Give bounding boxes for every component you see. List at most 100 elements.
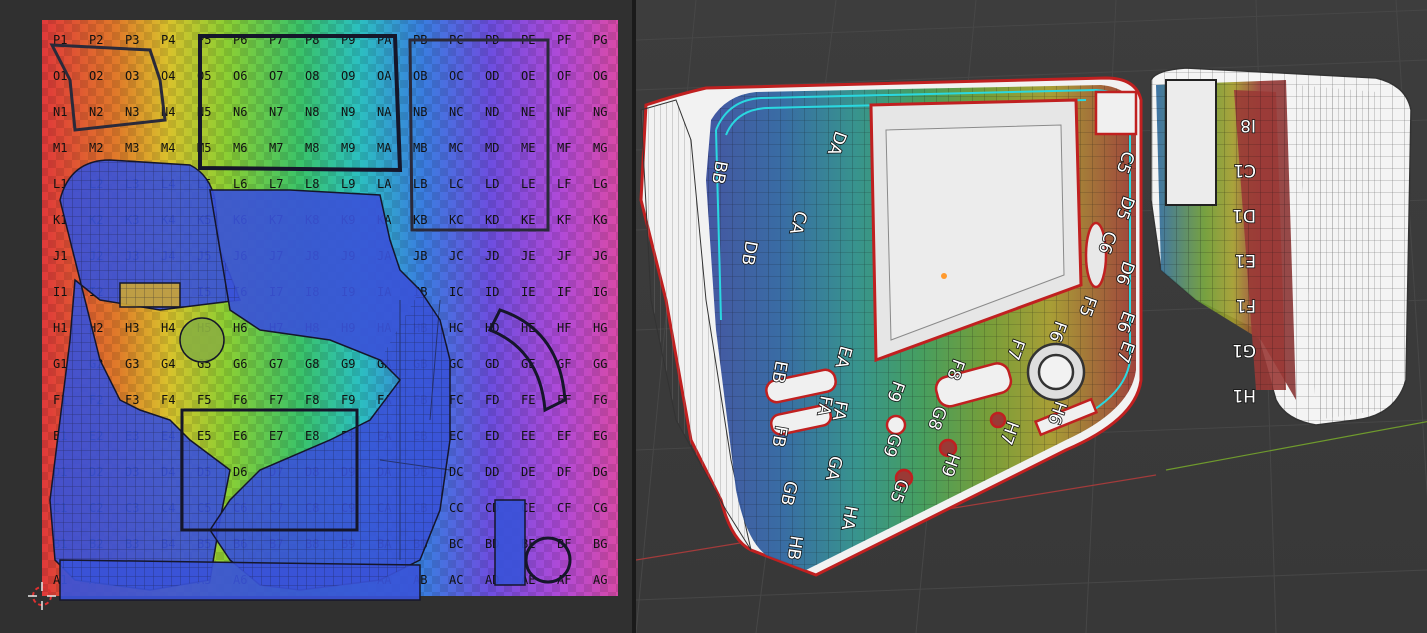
uv-cell-label: ME: [521, 141, 535, 155]
uv-cell-label: MB: [413, 141, 427, 155]
uv-cell-label: EG: [593, 429, 607, 443]
uv-cell-label: HF: [557, 321, 571, 335]
uv-cell-label: G9: [341, 357, 355, 371]
uv-cell-label: H6: [233, 321, 247, 335]
uv-cell-label: E6: [233, 429, 247, 443]
uv-cell-label: M6: [233, 141, 247, 155]
uv-cell-label: NC: [449, 105, 463, 119]
uv-cell-label: E7: [269, 429, 283, 443]
model-uv-label: G1: [1232, 340, 1256, 360]
camera-model-front[interactable]: DACADBBBEAEBFAFBGAGBHAHBF9F8F7F6G9H9G8H7…: [639, 76, 1143, 577]
uv-cell-label: IG: [593, 285, 607, 299]
uv-cell-label: BC: [449, 537, 463, 551]
uv-cell-label: G7: [269, 357, 283, 371]
uv-cell-label: O3: [125, 69, 139, 83]
uv-cell-label: H1: [53, 321, 67, 335]
uv-cell-label: IC: [449, 285, 463, 299]
uv-cell-label: P3: [125, 33, 139, 47]
uv-cell-label: O2: [89, 69, 103, 83]
uv-cell-label: LE: [521, 177, 535, 191]
uv-cell-label: N8: [305, 105, 319, 119]
uv-cell-label: OE: [521, 69, 535, 83]
uv-cell-label: KD: [485, 213, 499, 227]
uv-editor-panel[interactable]: P1 P2 P3 P4 P5 P6 P7 P8 P9 PA PB PC PD PE PF PG O1 O2 O3 O4…: [0, 0, 632, 633]
model-uv-label: H1: [1232, 385, 1256, 405]
uv-cell-label: NA: [377, 105, 392, 119]
uv-cell-label: DE: [521, 465, 535, 479]
model-uv-label: FB: [767, 424, 790, 449]
uv-cell-label: N6: [233, 105, 247, 119]
uv-cell-label: NG: [593, 105, 607, 119]
uv-cell-label: FD: [485, 393, 499, 407]
uv-cell-label: NF: [557, 105, 571, 119]
uv-cell-label: G1: [53, 357, 67, 371]
uv-cell-label: PG: [593, 33, 607, 47]
uv-cell-label: MF: [557, 141, 571, 155]
uv-cell-label: HG: [593, 321, 607, 335]
uv-cell-label: FE: [521, 393, 535, 407]
model-uv-label: HB: [783, 534, 806, 561]
uv-cell-label: E5: [197, 429, 211, 443]
uv-cell-label: JG: [593, 249, 607, 263]
uv-cell-label: G3: [125, 357, 139, 371]
uv-cell-label: G4: [161, 357, 175, 371]
uv-cell-label: LD: [485, 177, 499, 191]
uv-cell-label: FG: [593, 393, 607, 407]
uv-cell-label: IE: [521, 285, 535, 299]
model-uv-label: I8: [1240, 115, 1256, 135]
uv-cell-label: MA: [377, 141, 392, 155]
uv-cell-label: PF: [557, 33, 571, 47]
uv-cell-label: KB: [413, 213, 427, 227]
uv-cell-label: OB: [413, 69, 427, 83]
model-uv-label: F1: [1235, 295, 1256, 315]
uv-cell-label: LB: [413, 177, 427, 191]
uv-cell-label: F5: [197, 393, 211, 407]
viewport-canvas[interactable]: DACADBBBEAEBFAFBGAGBHAHBF9F8F7F6G9H9G8H7…: [636, 0, 1427, 633]
uv-cell-label: KE: [521, 213, 535, 227]
uv-cell-label: E8: [305, 429, 319, 443]
uv-cell-label: CF: [557, 501, 571, 515]
uv-cell-label: DF: [557, 465, 571, 479]
uv-cell-label: MC: [449, 141, 463, 155]
uv-cell-label: F6: [233, 393, 247, 407]
camera-model-side[interactable]: I8 C1 D1 E1 F1 G1 H1: [1150, 67, 1412, 426]
uv-cell-label: LA: [377, 177, 392, 191]
uv-cell-label: L6: [233, 177, 247, 191]
uv-cell-label: ID: [485, 285, 499, 299]
uv-island-vbar: [494, 499, 526, 586]
uv-cell-label: NB: [413, 105, 427, 119]
uv-island-circle-left: [179, 317, 225, 363]
uv-cell-label: KF: [557, 213, 571, 227]
uv-cell-label: JC: [449, 249, 463, 263]
uv-cell-label: NE: [521, 105, 535, 119]
uv-cell-label: G6: [233, 357, 247, 371]
uv-cell-label: F4: [161, 393, 175, 407]
uv-cell-label: N2: [89, 105, 103, 119]
uv-cell-label: M2: [89, 141, 103, 155]
uv-cell-label: OD: [485, 69, 499, 83]
model-uv-label: EB: [767, 359, 791, 385]
uv-cell-label: JE: [521, 249, 535, 263]
object-origin-dot: [941, 273, 947, 279]
uv-cell-label: LC: [449, 177, 463, 191]
model-uv-label: C1: [1233, 160, 1256, 180]
uv-cell-label: G8: [305, 357, 319, 371]
3d-viewport-panel[interactable]: DA CA DB BB EA EB FA FB GA GB HA HB F9 F8 F7 F6 G9 H9 G8 H7…: [636, 0, 1427, 633]
uv-cell-label: MD: [485, 141, 499, 155]
uv-canvas[interactable]: P1 P2 P3 P4 P5 P6 P7 P8 P9 PA PB PC PD PE PF PGO1 O2 O3 O4…: [0, 0, 632, 633]
uv-cell-label: F8: [305, 393, 319, 407]
uv-cell-label: J1: [53, 249, 67, 263]
uv-cell-label: N1: [53, 105, 67, 119]
uv-cell-label: EE: [521, 429, 535, 443]
uv-cell-label: H4: [161, 321, 175, 335]
uv-cell-label: M9: [341, 141, 355, 155]
uv-cell-label: OG: [593, 69, 607, 83]
uv-cell-label: OC: [449, 69, 463, 83]
uv-cell-label: M7: [269, 141, 283, 155]
uv-cell-label: LG: [593, 177, 607, 191]
uv-cell-label: L7: [269, 177, 283, 191]
uv-cell-label: D6: [233, 465, 247, 479]
side-screen: [1165, 79, 1217, 206]
uv-cell-label: M4: [161, 141, 175, 155]
uv-cell-label: KG: [593, 213, 607, 227]
